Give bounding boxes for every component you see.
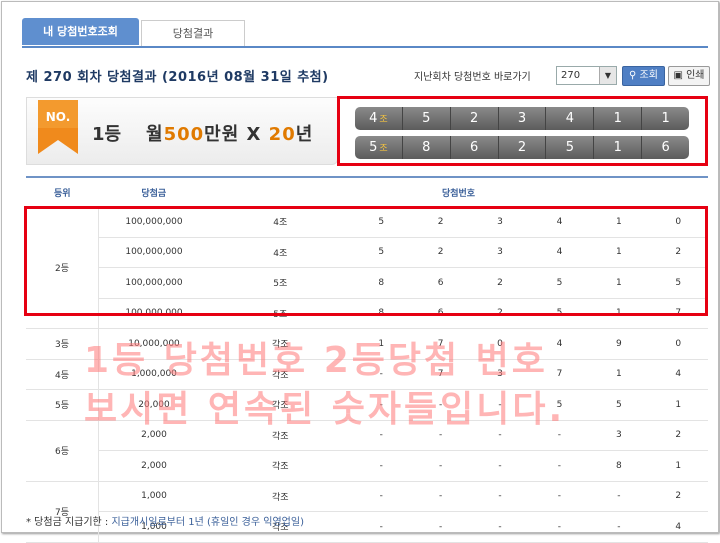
winning-number: 6	[661, 140, 670, 155]
winning-number: 2	[451, 107, 499, 130]
second-prize-highlight	[24, 206, 708, 316]
winning-number: 1	[594, 136, 643, 159]
round-select-value: 270	[561, 70, 581, 81]
prev-round-label: 지난회차 당첨번호 바로가기	[414, 72, 531, 83]
footnote: * 당첨금 지급기한 : 지급개시일로부터 1년 (휴일인 경우 익영업일)	[26, 513, 304, 528]
group-cell: 각조	[209, 450, 352, 482]
printer-icon: ▣	[673, 70, 683, 81]
print-button-label: 인쇄	[686, 70, 705, 81]
prize-desc-mid: 만원 X	[204, 124, 269, 145]
chevron-down-icon[interactable]: ▼	[599, 67, 616, 84]
number-cell: -	[410, 450, 471, 482]
col-rank-header: 등위	[26, 176, 99, 207]
number-cell: 1	[648, 450, 708, 482]
number-cell: -	[529, 481, 590, 512]
group-cell: 각조	[209, 481, 352, 512]
winning-number: 1	[594, 107, 643, 130]
number-cell: -	[410, 511, 471, 543]
prize-desc-years: 20	[268, 124, 296, 145]
table-row: 2,000 각조 - - - -8 1	[26, 450, 708, 482]
search-button-label: 조회	[639, 70, 658, 81]
footnote-label: * 당첨금 지급기한 :	[26, 517, 112, 528]
number-cell: -	[351, 511, 411, 543]
number-cell: -	[410, 481, 471, 512]
winning-number: 4	[546, 107, 595, 130]
number-cell: -	[589, 511, 649, 543]
number-cell: -	[470, 511, 530, 543]
search-button[interactable]: ⚲ 조회	[622, 66, 665, 86]
number-cell: -	[589, 481, 649, 512]
ribbon-badge-icon: NO.	[38, 100, 78, 154]
ribbon-badge-text: NO.	[46, 110, 71, 124]
winning-number: 5	[403, 107, 451, 130]
winning-number: 8	[403, 136, 451, 159]
winning-row: 5조 8 6 2 5 1 6	[355, 136, 689, 159]
prize-desc-amount: 500	[163, 124, 205, 145]
annotation-line-2: 보시면 연속된 숫자들입니다.	[84, 389, 566, 430]
number-cell: -	[351, 481, 411, 512]
winning-group: 5조	[355, 136, 403, 159]
number-cell: -	[470, 481, 530, 512]
winning-number: 1	[661, 111, 670, 126]
page-title: 제 270 회차 당첨결과 (2016년 08월 31일 추첨)	[26, 70, 329, 85]
prize-desc-prefix: 월	[146, 124, 164, 145]
prize-desc-suffix: 년	[295, 124, 314, 145]
winning-group: 4조	[355, 107, 403, 130]
winning-row: 4조 5 2 3 4 1 1	[355, 107, 689, 130]
number-cell: -	[529, 511, 590, 543]
amount-cell: 1,000	[98, 481, 209, 512]
winning-number: 3	[499, 107, 547, 130]
search-icon: ⚲	[629, 70, 637, 81]
number-cell: -	[351, 450, 411, 482]
number-cell: 4	[648, 511, 708, 543]
tab-my-number-check[interactable]: 내 당첨번호조회	[22, 18, 139, 45]
round-select[interactable]: 270 ▼	[556, 66, 617, 85]
amount-cell: 2,000	[98, 450, 209, 482]
table-row: 7등 1,000 각조 - - - - -2	[26, 481, 708, 543]
number-cell: 8	[589, 450, 649, 482]
footnote-text: 지급개시일로부터 1년 (휴일인 경우 익영업일)	[111, 517, 304, 528]
winning-number: 6	[451, 136, 499, 159]
prize-rank: 1등	[92, 124, 122, 145]
col-amount-header: 당첨금	[98, 176, 209, 207]
rank-cell: 7등	[26, 481, 99, 543]
number-cell: -	[529, 450, 590, 482]
tab-results[interactable]: 당첨결과	[141, 20, 245, 46]
winning-number: 2	[499, 136, 547, 159]
number-cell: 2	[648, 481, 708, 512]
print-button[interactable]: ▣ 인쇄	[668, 66, 710, 86]
number-cell: -	[470, 450, 530, 482]
prize-description: 월500만원 X 20년	[146, 120, 313, 146]
tab-bar: 내 당첨번호조회 당첨결과	[22, 18, 708, 48]
col-numbers-header: 당첨번호	[209, 176, 708, 207]
annotation-line-1: 1등 당첨번호 2등당첨 번호	[84, 340, 548, 381]
winning-number: 5	[546, 136, 595, 159]
winning-numbers-highlight: 4조 5 2 3 4 1 1 5조 8 6 2 5 1 6	[337, 96, 708, 166]
